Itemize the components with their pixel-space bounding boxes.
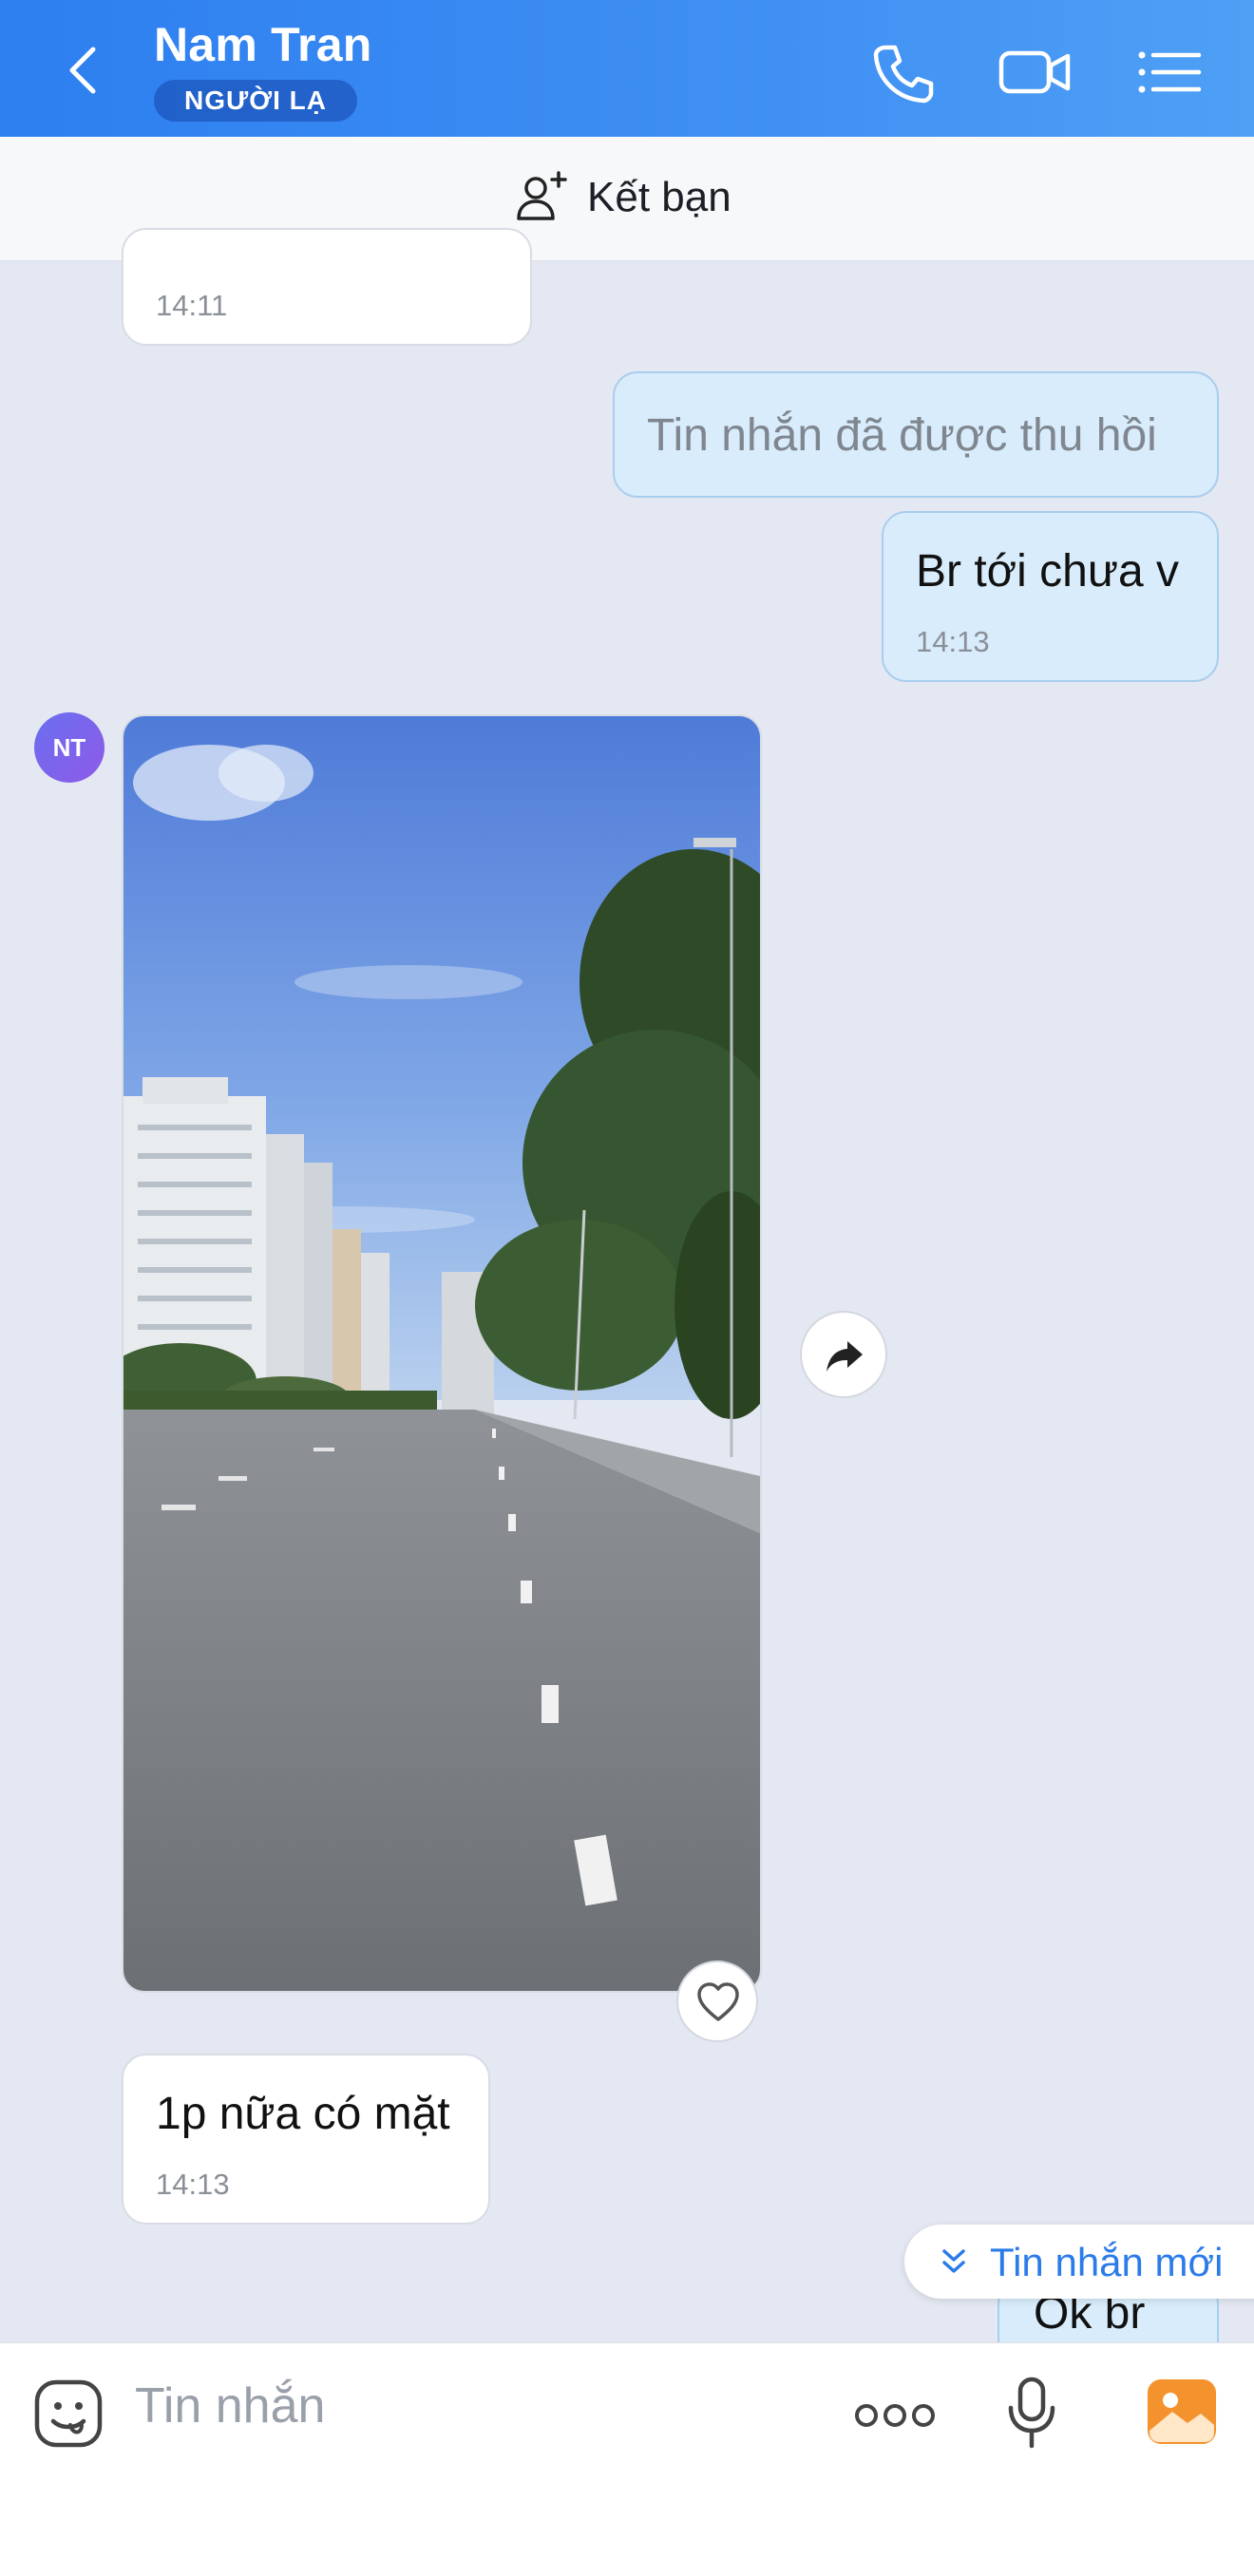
recalled-message-text: Tin nhắn đã được thu hồi bbox=[647, 410, 1157, 461]
chat-header: Nam Tran NGƯỜI LẠ bbox=[0, 0, 1254, 137]
stranger-badge: NGƯỜI LẠ bbox=[154, 80, 357, 122]
image-icon[interactable] bbox=[1146, 2377, 1218, 2446]
share-forward-icon bbox=[826, 1341, 863, 1372]
phone-icon[interactable] bbox=[864, 34, 940, 110]
street-photo bbox=[124, 716, 760, 1991]
message-time: 14:13 bbox=[156, 2168, 230, 2201]
double-chevron-down-icon bbox=[942, 2249, 965, 2273]
message-composer: Tin nhắn bbox=[0, 2342, 1254, 2576]
add-friend-label: Kết bạn bbox=[587, 174, 732, 220]
incoming-message-bubble[interactable]: 14:11 bbox=[122, 228, 532, 346]
message-input[interactable]: Tin nhắn bbox=[135, 2377, 325, 2434]
message-time: 14:13 bbox=[916, 625, 990, 658]
photo-message[interactable] bbox=[122, 714, 762, 1993]
microphone-icon[interactable] bbox=[1005, 2376, 1058, 2452]
more-dots-icon[interactable] bbox=[853, 2398, 937, 2433]
scroll-edge bbox=[0, 260, 1, 261]
menu-list-icon[interactable] bbox=[1130, 34, 1206, 110]
avatar[interactable]: NT bbox=[34, 712, 104, 783]
message-text: Br tới chưa v bbox=[916, 546, 1180, 597]
incoming-message-bubble[interactable]: 1p nữa có mặt 14:13 bbox=[122, 2054, 490, 2225]
emoji-icon[interactable] bbox=[32, 2377, 104, 2450]
video-call-icon[interactable] bbox=[998, 34, 1074, 110]
recalled-message-bubble[interactable]: Tin nhắn đã được thu hồi bbox=[613, 371, 1219, 498]
message-text: 1p nữa có mặt bbox=[156, 2089, 450, 2139]
reaction-button[interactable] bbox=[676, 1960, 758, 2042]
back-arrow-icon[interactable] bbox=[57, 42, 114, 99]
message-time: 14:11 bbox=[156, 289, 228, 322]
new-messages-button[interactable]: Tin nhắn mới bbox=[904, 2225, 1254, 2299]
new-messages-label: Tin nhắn mới bbox=[990, 2240, 1224, 2284]
add-friend-icon bbox=[517, 171, 567, 220]
outgoing-message-bubble[interactable]: Br tới chưa v 14:13 bbox=[882, 511, 1219, 682]
add-friend-button[interactable]: Kết bạn bbox=[513, 169, 732, 226]
contact-name[interactable]: Nam Tran bbox=[154, 17, 371, 72]
share-forward-button[interactable] bbox=[800, 1311, 887, 1398]
heart-icon bbox=[697, 1982, 739, 2021]
